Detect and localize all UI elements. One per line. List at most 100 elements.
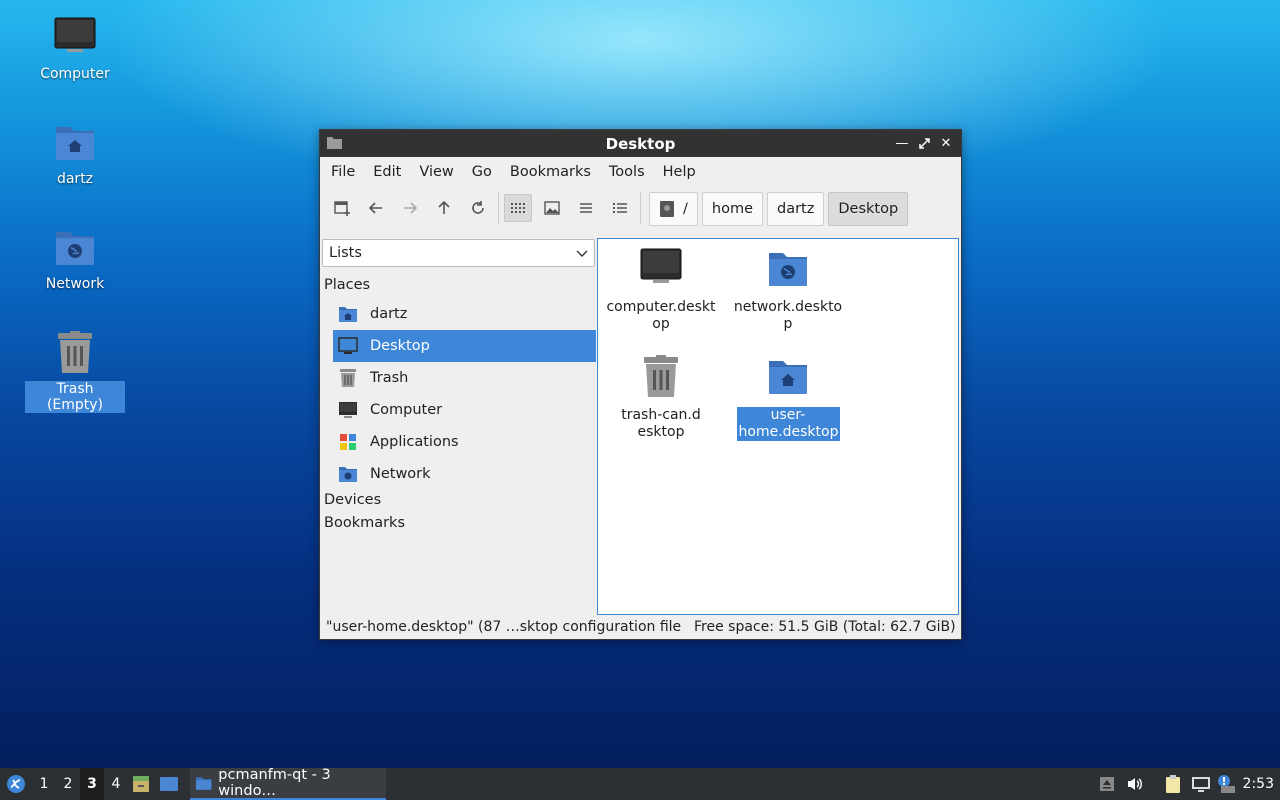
file-item-trash[interactable]: trash-can.desktop bbox=[601, 355, 721, 441]
start-menu-button[interactable] bbox=[0, 774, 32, 794]
minimize-button[interactable]: — bbox=[893, 134, 911, 152]
trash-icon bbox=[337, 367, 359, 389]
thumbnail-view-icon bbox=[544, 201, 560, 215]
status-bar: "user-home.desktop" (87 …sktop configura… bbox=[320, 615, 961, 639]
section-devices[interactable]: Devices bbox=[324, 492, 381, 508]
sidebar-item-label: Desktop bbox=[370, 338, 430, 354]
menu-file[interactable]: File bbox=[322, 164, 364, 180]
detailed-list-view-icon bbox=[613, 203, 627, 213]
menu-tools[interactable]: Tools bbox=[600, 164, 654, 180]
sidebar-item-network[interactable]: Network bbox=[333, 458, 596, 490]
compact-view-icon bbox=[580, 203, 592, 213]
sidebar-item-label: Applications bbox=[370, 434, 459, 450]
workspace-4[interactable]: 4 bbox=[104, 776, 128, 792]
icon-view-button[interactable] bbox=[504, 194, 532, 222]
menu-bookmarks[interactable]: Bookmarks bbox=[501, 164, 600, 180]
sidebar-mode-select[interactable]: Lists bbox=[322, 239, 595, 267]
file-view[interactable]: computer.desktop network.desktop trash-c… bbox=[597, 238, 959, 615]
sidebar-item-computer[interactable]: Computer bbox=[333, 394, 596, 426]
reload-button[interactable] bbox=[464, 194, 492, 222]
desktop-icon-trash[interactable]: Trash (Empty) bbox=[25, 331, 125, 413]
file-item-user-home[interactable]: user-home.desktop bbox=[728, 355, 848, 441]
thumbnail-view-button[interactable] bbox=[538, 194, 566, 222]
up-icon bbox=[438, 200, 450, 214]
close-button[interactable]: ✕ bbox=[937, 134, 955, 152]
section-places[interactable]: Places bbox=[324, 277, 370, 293]
workspace-1[interactable]: 1 bbox=[32, 776, 56, 792]
task-label: pcmanfm-qt - 3 windo… bbox=[218, 767, 331, 799]
status-free-space: Free space: 51.5 GiB (Total: 62.7 GiB) bbox=[694, 619, 956, 635]
desktop-icon-home[interactable]: dartz bbox=[25, 121, 125, 187]
lxqt-logo-icon bbox=[7, 775, 25, 793]
icon-view-icon bbox=[511, 203, 525, 213]
forward-button[interactable] bbox=[396, 194, 424, 222]
breadcrumb-home[interactable]: home bbox=[701, 192, 763, 226]
network-status-button[interactable] bbox=[1191, 768, 1211, 800]
workspace-2[interactable]: 2 bbox=[56, 776, 80, 792]
home-folder-icon bbox=[337, 303, 359, 325]
desktop-icon-label: Computer bbox=[40, 66, 110, 82]
sidebar-item-applications[interactable]: Applications bbox=[333, 426, 596, 458]
desktop-icon-label: Trash (Empty) bbox=[25, 381, 125, 413]
file-manager-launcher[interactable] bbox=[128, 775, 154, 793]
workspace-3[interactable]: 3 bbox=[80, 768, 104, 800]
show-desktop-button[interactable] bbox=[154, 776, 184, 792]
menu-go[interactable]: Go bbox=[463, 164, 501, 180]
sidebar-item-label: Network bbox=[370, 466, 431, 482]
volume-button[interactable] bbox=[1126, 768, 1144, 800]
clipboard-icon bbox=[1166, 775, 1180, 793]
computer-icon bbox=[601, 247, 721, 291]
clock[interactable]: 2:53 bbox=[1243, 768, 1274, 800]
toolbar-separator bbox=[640, 192, 641, 224]
breadcrumb-root-label: / bbox=[683, 201, 688, 217]
breadcrumb-desktop[interactable]: Desktop bbox=[828, 192, 909, 226]
reload-icon bbox=[472, 201, 484, 214]
file-cabinet-icon bbox=[133, 776, 149, 792]
file-item-label: computer.desktop bbox=[606, 299, 716, 332]
breadcrumb: / home dartz Desktop bbox=[649, 192, 909, 226]
sidebar-mode-value: Lists bbox=[329, 245, 362, 261]
folder-icon bbox=[195, 777, 212, 790]
network-folder-icon bbox=[728, 247, 848, 291]
back-button[interactable] bbox=[362, 194, 390, 222]
window-titlebar[interactable]: Desktop — ✕ bbox=[320, 130, 961, 157]
menu-view[interactable]: View bbox=[410, 164, 462, 180]
trash-icon bbox=[601, 355, 721, 399]
sidebar-item-label: Computer bbox=[370, 402, 443, 418]
sidebar: Lists Places dartz Desktop Trash Compute… bbox=[321, 239, 596, 612]
sidebar-item-trash[interactable]: Trash bbox=[333, 362, 596, 394]
status-selection: "user-home.desktop" (87 …sktop configura… bbox=[326, 619, 682, 635]
breadcrumb-dartz[interactable]: dartz bbox=[767, 192, 825, 226]
file-item-label: trash-can.desktop bbox=[621, 407, 701, 440]
network-wired-icon bbox=[1192, 777, 1210, 792]
file-item-network[interactable]: network.desktop bbox=[728, 247, 848, 333]
window-title: Desktop bbox=[605, 134, 676, 153]
desktop-icon-network[interactable]: Network bbox=[25, 226, 125, 292]
sidebar-item-dartz[interactable]: dartz bbox=[333, 298, 596, 330]
section-bookmarks[interactable]: Bookmarks bbox=[324, 515, 405, 531]
new-tab-button[interactable] bbox=[328, 194, 356, 222]
task-pcmanfm[interactable]: pcmanfm-qt - 3 windo… bbox=[190, 767, 386, 800]
menu-edit[interactable]: Edit bbox=[364, 164, 410, 180]
toolbar: / home dartz Desktop bbox=[320, 187, 961, 229]
desktop-icon bbox=[160, 777, 178, 791]
menu-help[interactable]: Help bbox=[654, 164, 705, 180]
network-folder-icon bbox=[25, 226, 125, 270]
drive-icon bbox=[660, 201, 674, 217]
up-button[interactable] bbox=[430, 194, 458, 222]
notifications-button[interactable] bbox=[1217, 768, 1237, 800]
file-item-computer[interactable]: computer.desktop bbox=[601, 247, 721, 333]
file-item-label: user-home.desktop bbox=[736, 407, 840, 441]
compact-view-button[interactable] bbox=[572, 194, 600, 222]
sidebar-item-desktop[interactable]: Desktop bbox=[333, 330, 596, 362]
eject-button[interactable] bbox=[1098, 768, 1116, 800]
clipboard-button[interactable] bbox=[1164, 768, 1182, 800]
maximize-button[interactable] bbox=[915, 134, 933, 152]
desktop-icon-label: Network bbox=[45, 276, 105, 292]
forward-icon bbox=[404, 202, 418, 214]
network-folder-icon bbox=[337, 463, 359, 485]
desktop-icon-computer[interactable]: Computer bbox=[25, 16, 125, 82]
breadcrumb-root[interactable]: / bbox=[649, 192, 698, 226]
toolbar-separator bbox=[498, 192, 499, 224]
detailed-list-view-button[interactable] bbox=[606, 194, 634, 222]
